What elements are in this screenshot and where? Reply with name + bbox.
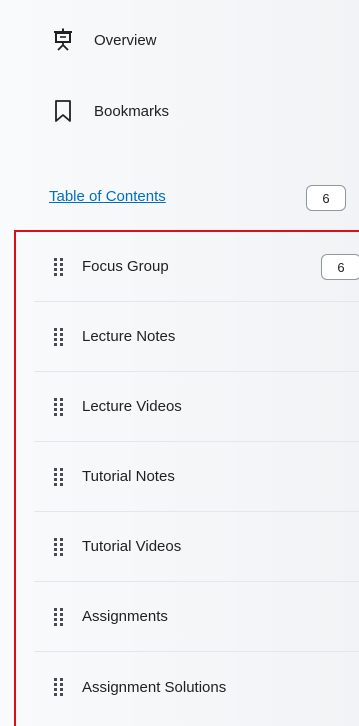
drag-handle-icon[interactable]	[54, 257, 64, 276]
module-label: Focus Group	[82, 258, 169, 275]
module-label: Tutorial Notes	[82, 468, 175, 485]
bookmarks-link[interactable]: Bookmarks	[52, 99, 169, 123]
overview-link[interactable]: Overview	[52, 28, 157, 52]
presentation-board-icon	[52, 28, 74, 52]
module-label: Assignment Solutions	[82, 678, 227, 696]
module-label: Tutorial Videos	[82, 538, 182, 555]
module-item-lecture-videos[interactable]: Lecture Videos	[34, 372, 359, 442]
drag-handle-icon[interactable]	[54, 678, 64, 696]
module-label: Lecture Notes	[82, 328, 176, 345]
drag-handle-icon[interactable]	[54, 327, 64, 346]
module-item-tutorial-videos[interactable]: Tutorial Videos	[34, 512, 359, 582]
toc-count-badge: 6	[306, 185, 346, 211]
bookmarks-label: Bookmarks	[94, 102, 170, 120]
module-item-focus-group[interactable]: Focus Group 6	[34, 232, 359, 302]
module-item-lecture-notes[interactable]: Lecture Notes	[34, 302, 359, 372]
drag-handle-icon[interactable]	[54, 467, 64, 486]
drag-handle-icon[interactable]	[54, 607, 64, 626]
drag-handle-icon[interactable]	[54, 537, 64, 556]
module-label: Assignments	[82, 608, 168, 625]
overview-label: Overview	[94, 31, 157, 49]
module-item-tutorial-notes[interactable]: Tutorial Notes	[34, 442, 359, 512]
module-item-assignments[interactable]: Assignments	[34, 582, 359, 652]
table-of-contents-link[interactable]: Table of Contents	[49, 188, 166, 205]
module-label: Lecture Videos	[82, 398, 182, 415]
bookmark-icon	[52, 99, 74, 123]
module-item-assignment-solutions[interactable]: Assignment Solutions	[34, 652, 359, 722]
content-sidebar: Overview Bookmarks Table of Contents 6 F…	[0, 0, 359, 726]
drag-handle-icon[interactable]	[54, 397, 64, 416]
module-count-badge: 6	[321, 254, 359, 280]
module-list: Focus Group 6 Lecture Notes Lecture Vide…	[14, 230, 359, 726]
